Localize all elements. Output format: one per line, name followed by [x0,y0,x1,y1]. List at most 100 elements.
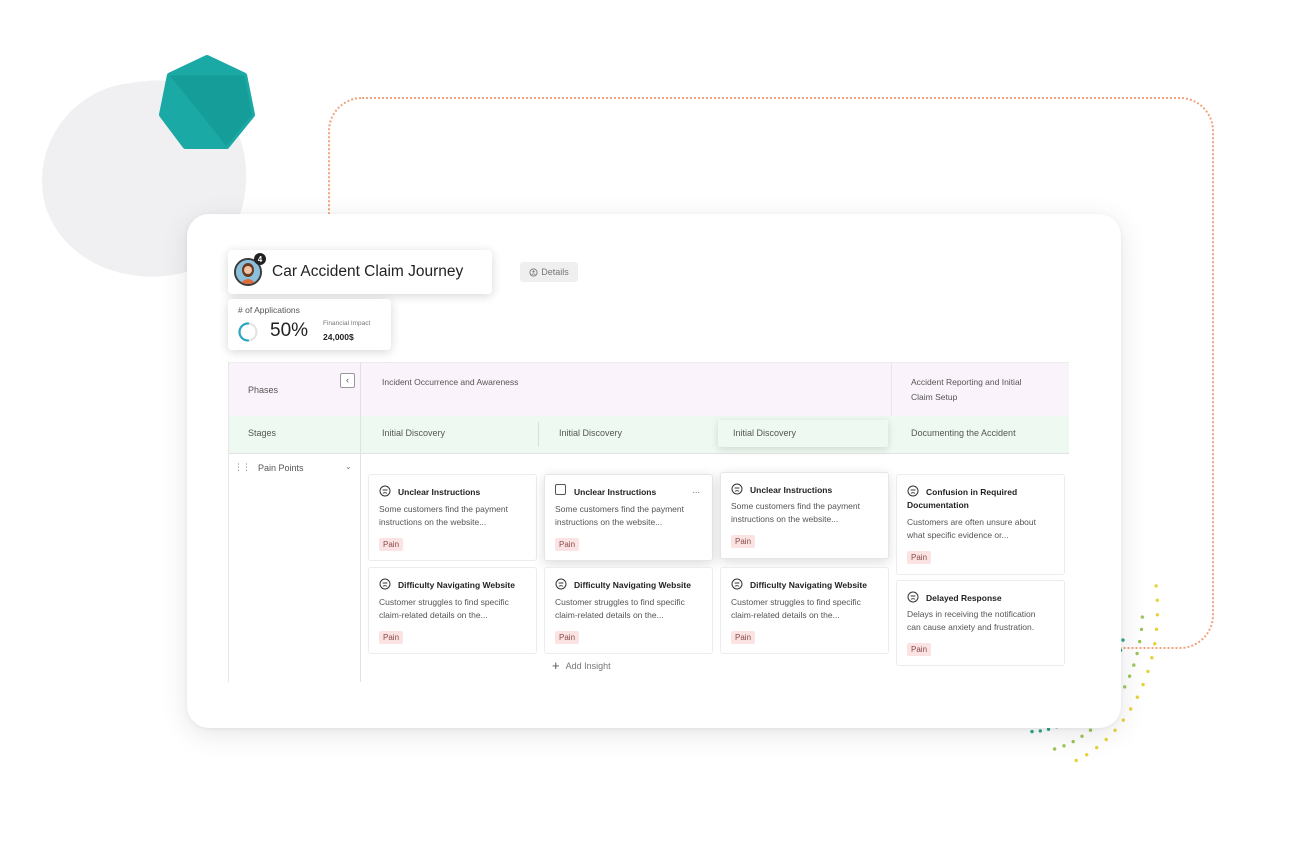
phase-divider [891,363,892,416]
stage-divider [538,422,539,447]
decor-dot [1155,613,1160,617]
decor-dot [1146,669,1150,674]
board-left-border [228,362,229,682]
decor-dot [1127,674,1132,678]
pain-tag: Pain [907,551,932,564]
phases-row-label: Phases [248,385,279,395]
decor-dot [1085,753,1089,757]
insight-card[interactable]: Difficulty Navigating Website Customer s… [368,567,537,654]
decor-dot [1071,739,1075,744]
decor-dot [1155,598,1159,602]
decor-dot [1140,615,1145,619]
insight-title: Difficulty Navigating Website [574,580,691,590]
chevron-down-icon[interactable]: ⌄ [345,462,352,471]
applications-label: # of Applications [238,305,300,315]
insight-card[interactable]: Unclear Instructions Some customers find… [368,474,537,561]
details-button[interactable]: Details [520,262,578,282]
insight-title: Documentation [907,500,969,510]
avatar-count-badge: 4 [254,253,266,265]
teal-hexagon-decoration [158,54,256,150]
pain-face-icon [555,578,567,590]
decor-dot [1139,627,1144,632]
insight-description: Customer struggles to find specific [731,597,861,607]
pain-tag: Pain [379,538,404,551]
insight-description: Some customers find the payment [731,501,860,511]
decor-dot [1121,718,1125,722]
stages-row: Stages Initial Discovery Initial Discove… [228,416,1069,454]
journey-header: 4 Car Accident Claim Journey [228,250,492,294]
stage-2[interactable]: Initial Discovery [559,428,622,438]
pain-face-icon [731,578,743,590]
decor-dot [1129,707,1133,711]
pain-tag: Pain [555,538,580,551]
decor-dot [1153,642,1157,646]
stage-1[interactable]: Initial Discovery [382,428,445,438]
label-column-divider [360,362,361,682]
phase-reporting[interactable]: Accident Reporting and Initial Claim Set… [911,375,1041,405]
progress-ring-icon [238,322,258,342]
pain-tag: Pain [907,643,932,656]
insight-description: Customer struggles to find specific [555,597,685,607]
decor-dot [1141,682,1145,687]
insight-title: Unclear Instructions [398,487,481,497]
insight-description: can cause anxiety and frustration. [907,622,1035,632]
stages-row-label: Stages [248,428,277,438]
more-options-icon[interactable]: ... [692,485,700,495]
add-insight-label: Add Insight [565,661,611,671]
insight-description: what specific evidence or... [907,530,1009,540]
decor-dot [1104,737,1108,742]
decor-dot [1038,729,1042,733]
decor-dot [1132,663,1136,667]
insight-description: Customer struggles to find specific [379,597,509,607]
decor-dot [1113,728,1117,732]
insight-card[interactable]: Difficulty Navigating Website Customer s… [720,567,889,654]
decor-dot [1150,656,1154,660]
decor-dot [1135,695,1139,699]
select-checkbox[interactable] [555,484,566,495]
decor-dot [1088,728,1093,732]
insight-card[interactable]: Unclear Instructions ... Some customers … [544,474,713,561]
insight-card[interactable]: Unclear Instructions Some customers find… [720,472,889,559]
decor-dot [1154,584,1158,588]
pain-face-icon [379,485,391,497]
pain-face-icon [731,483,743,495]
chevron-left-icon: ‹ [346,375,349,385]
insight-description: instructions on the website... [555,517,663,527]
insight-description: Customers are often unsure about [907,517,1036,527]
phase-incident[interactable]: Incident Occurrence and Awareness [382,377,518,387]
insight-title: Delayed Response [926,593,1002,603]
pain-tag: Pain [379,631,404,644]
info-circle-icon [529,267,538,277]
insight-description: claim-related details on the... [555,610,664,620]
pain-face-icon [379,578,391,590]
pain-points-header[interactable]: ⋮⋮ Pain Points [234,462,304,473]
metrics-card: # of Applications 50% Financial Impact 2… [228,299,391,350]
pain-tag: Pain [731,631,756,644]
decor-dot [1052,747,1057,751]
financial-impact-value: 24,000$ [323,332,354,342]
insight-description: Some customers find the payment [379,504,508,514]
pain-points-label: Pain Points [258,462,304,473]
details-label: Details [541,267,569,277]
phases-row: Phases ‹ Incident Occurrence and Awarene… [228,362,1069,417]
insight-card[interactable]: Difficulty Navigating Website Customer s… [544,567,713,654]
insight-card[interactable]: Delayed Response Delays in receiving the… [896,580,1065,666]
insight-description: Delays in receiving the notification [907,609,1036,619]
insight-description: claim-related details on the... [379,610,488,620]
insight-title: Difficulty Navigating Website [750,580,867,590]
collapse-button[interactable]: ‹ [340,373,355,388]
stage-3[interactable]: Initial Discovery [733,428,796,438]
decor-dot [1046,727,1051,731]
stage-4[interactable]: Documenting the Accident [911,428,1016,438]
insight-description: Some customers find the payment [555,504,684,514]
add-insight-button[interactable]: + Add Insight [552,658,611,673]
pain-tag: Pain [731,535,756,548]
drag-handle-icon[interactable]: ⋮⋮ [234,462,251,473]
decor-dot [1135,651,1139,656]
pain-face-icon [907,485,919,497]
insight-card[interactable]: Confusion in Required Documentation Cust… [896,474,1065,575]
decor-dot [1030,729,1034,734]
decor-dot [1138,639,1142,644]
decor-dot [1121,638,1125,642]
plus-icon: + [552,658,560,673]
